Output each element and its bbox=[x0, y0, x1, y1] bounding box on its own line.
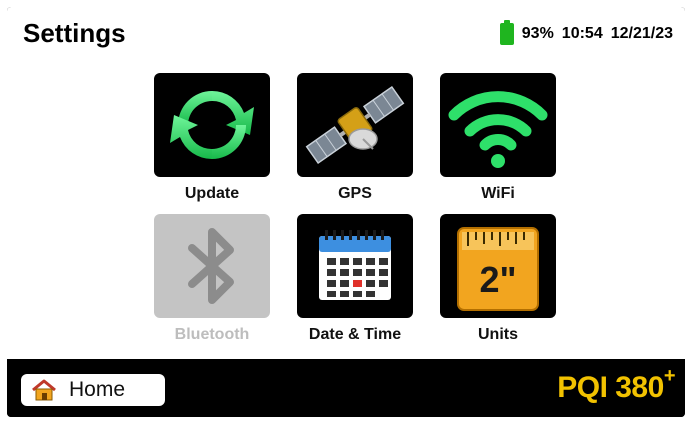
tile-label-date-time: Date & Time bbox=[308, 326, 402, 343]
tile-gps[interactable]: GPS bbox=[297, 73, 413, 213]
tile-label-units: Units bbox=[478, 326, 518, 343]
satellite-icon bbox=[305, 85, 405, 165]
page-title: Settings bbox=[23, 18, 126, 48]
wifi-icon-box[interactable] bbox=[440, 73, 556, 177]
brand-name: PQI 380 bbox=[557, 371, 664, 404]
battery-percent: 93% bbox=[521, 25, 554, 42]
house-icon bbox=[32, 379, 56, 401]
units-icon-text: 2" bbox=[479, 259, 516, 300]
tile-date-time[interactable]: Date & Time bbox=[297, 214, 413, 354]
status-bar: 93% 10:54 12/21/23 bbox=[499, 20, 673, 45]
brand-superscript: + bbox=[663, 365, 676, 387]
device-screen: Settings 93% 10:54 12/21/23 Update GPS W… bbox=[7, 7, 685, 417]
clock-time: 10:54 bbox=[561, 25, 603, 42]
calendar-icon bbox=[319, 230, 391, 300]
tile-label-bluetooth: Bluetooth bbox=[174, 326, 250, 343]
clock-date: 12/21/23 bbox=[610, 25, 673, 42]
update-icon-box[interactable] bbox=[154, 73, 270, 177]
tile-label-wifi: WiFi bbox=[481, 185, 515, 202]
tile-label-gps: GPS bbox=[338, 185, 372, 202]
bluetooth-icon bbox=[188, 228, 234, 304]
tile-wifi[interactable]: WiFi bbox=[440, 73, 556, 213]
refresh-arrows-icon bbox=[170, 90, 254, 160]
tile-bluetooth[interactable]: Bluetooth bbox=[154, 214, 270, 354]
battery-icon bbox=[499, 20, 514, 45]
units-icon-box[interactable]: 2" bbox=[440, 214, 556, 318]
brand-logo: PQI 380+ bbox=[557, 365, 675, 405]
ruler-icon: 2" bbox=[457, 227, 539, 311]
bottom-bar: Home PQI 380+ bbox=[7, 359, 685, 417]
home-button[interactable]: Home bbox=[21, 374, 165, 406]
tile-label-update: Update bbox=[184, 185, 240, 202]
bluetooth-icon-box[interactable] bbox=[154, 214, 270, 318]
tile-update[interactable]: Update bbox=[154, 73, 270, 213]
gps-icon-box[interactable] bbox=[297, 73, 413, 177]
date-time-icon-box[interactable] bbox=[297, 214, 413, 318]
home-button-label: Home bbox=[69, 378, 126, 401]
settings-panel: Settings 93% 10:54 12/21/23 Update GPS W… bbox=[7, 7, 685, 359]
wifi-icon bbox=[448, 91, 548, 168]
tile-units[interactable]: 2" Units bbox=[440, 214, 556, 354]
